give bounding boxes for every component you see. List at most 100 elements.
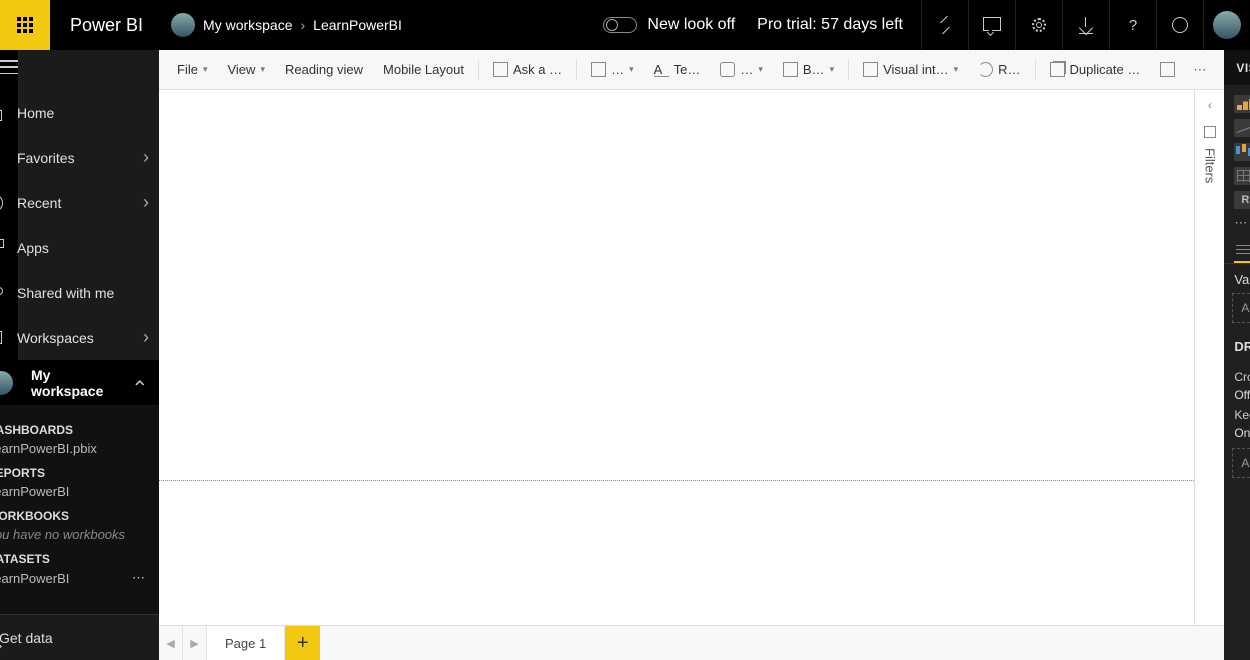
profile-button[interactable] (1203, 0, 1250, 50)
ribbon-overflow[interactable]: ⋯ (1187, 62, 1214, 78)
new-look-toggle[interactable]: New look off (603, 16, 735, 34)
values-dropzone[interactable]: Add data fields here (1232, 293, 1250, 323)
breadcrumb-report[interactable]: LearnPowerBI (313, 17, 402, 33)
page-tab-1[interactable]: Page 1 (207, 626, 285, 660)
workbooks-header: WORKBOOKS (0, 509, 159, 523)
workspace-contents: DASHBOARDS LearnPowerBI.pbix REPORTS Lea… (0, 405, 159, 614)
nav-apps[interactable]: Apps (0, 225, 159, 270)
fullscreen-button[interactable] (921, 0, 968, 50)
explore-button[interactable]: …▾ (583, 58, 642, 81)
nav-home[interactable]: Home (0, 90, 159, 135)
my-workspace-label: My workspace (31, 367, 123, 399)
visual-interactions-button[interactable]: Visual int…▾ (855, 58, 966, 81)
values-header: Values (1224, 264, 1250, 291)
file-menu[interactable]: File▾ (169, 58, 215, 81)
toggle-off-icon (603, 17, 637, 33)
chevron-right-icon: › (143, 327, 149, 348)
add-page-button[interactable]: + (285, 626, 320, 660)
ask-question-button[interactable]: Ask a … (485, 58, 570, 81)
report-item[interactable]: LearnPowerBI (0, 484, 159, 499)
view-menu[interactable]: View▾ (219, 58, 272, 81)
page-boundary (159, 480, 1194, 481)
filled-map-icon[interactable] (1234, 167, 1250, 185)
save-button[interactable] (1152, 58, 1183, 81)
top-bar: Power BI My workspace › LearnPowerBI New… (0, 0, 1250, 50)
gear-icon (1030, 16, 1048, 34)
notifications-button[interactable] (968, 0, 1015, 50)
drillthrough-dropzone[interactable]: Add drillthrough fields here (1232, 448, 1250, 478)
nav-favorites[interactable]: Favorites› (0, 135, 159, 180)
shared-icon (0, 284, 3, 302)
workbooks-empty: You have no workbooks (0, 527, 159, 542)
keep-filters-toggle[interactable]: On (1234, 426, 1250, 440)
chevron-left-icon: ‹ (1208, 98, 1212, 112)
report-canvas[interactable] (159, 90, 1194, 625)
chevron-right-icon: › (143, 192, 149, 213)
nav-shared[interactable]: Shared with me (0, 270, 159, 315)
r-visual-icon[interactable] (1234, 191, 1250, 209)
cross-report-label: Cross-report (1234, 370, 1250, 384)
chevron-down-icon: ▾ (830, 64, 835, 75)
download-button[interactable] (1062, 0, 1109, 50)
reading-view-button[interactable]: Reading view (277, 58, 371, 81)
refresh-button[interactable]: R… (970, 58, 1028, 81)
chevron-down-icon: ▾ (629, 64, 634, 75)
question-icon: ? (1129, 17, 1137, 34)
shapes-button[interactable]: …▾ (712, 58, 771, 81)
chat-icon (493, 62, 508, 77)
page-next-button[interactable]: ▶ (183, 626, 207, 660)
workspace-icon (0, 329, 3, 347)
mobile-layout-button[interactable]: Mobile Layout (375, 58, 472, 81)
filters-pane-collapsed[interactable]: ‹ Filters (1194, 90, 1224, 625)
dashboards-header: DASHBOARDS (0, 423, 159, 437)
waterfall-icon[interactable] (1234, 143, 1250, 161)
format-tabs (1224, 237, 1250, 264)
chevron-up-icon (133, 376, 147, 390)
visualizations-header: VISUALIZATIONS › (1224, 50, 1250, 85)
avatar (0, 371, 13, 395)
get-data-button[interactable]: Get data (0, 614, 159, 660)
nav-recent[interactable]: Recent› (0, 180, 159, 225)
dashboard-item[interactable]: LearnPowerBI.pbix (0, 441, 159, 456)
buttons-button[interactable]: B…▾ (775, 58, 842, 81)
textbox-icon: A (654, 62, 669, 77)
fields-tab[interactable] (1234, 243, 1250, 263)
visualization-gallery (1224, 85, 1250, 213)
my-workspace-header[interactable]: My workspace (0, 360, 159, 405)
top-actions: ? (921, 0, 1250, 50)
refresh-icon (978, 62, 993, 77)
duplicate-icon (1050, 62, 1065, 77)
more-icon[interactable]: ⋯ (132, 570, 145, 586)
chevron-down-icon: ▾ (954, 64, 959, 75)
keep-filters-label: Keep all filters (1234, 408, 1250, 422)
expand-icon (936, 16, 954, 34)
page-prev-button[interactable]: ◀ (159, 626, 183, 660)
settings-button[interactable] (1015, 0, 1062, 50)
textbox-button[interactable]: ATe… (646, 58, 709, 81)
feedback-button[interactable] (1156, 0, 1203, 50)
chevron-down-icon: ▾ (758, 64, 763, 75)
home-icon (0, 104, 3, 122)
line-chart-icon[interactable] (1234, 119, 1250, 137)
chart-icon (591, 62, 606, 77)
bookmark-icon (1204, 126, 1216, 138)
star-icon (0, 149, 3, 167)
nav-workspaces[interactable]: Workspaces› (0, 315, 159, 360)
cross-report-toggle[interactable]: Off (1234, 388, 1250, 402)
dataset-item[interactable]: LearnPowerBI⋯ (0, 570, 159, 586)
trial-label[interactable]: Pro trial: 57 days left (757, 16, 903, 34)
ribbon: File▾ View▾ Reading view Mobile Layout A… (159, 50, 1224, 90)
app-launcher-button[interactable] (0, 0, 50, 50)
breadcrumb-workspace[interactable]: My workspace (203, 17, 292, 33)
chevron-right-icon: › (301, 17, 306, 33)
stacked-bar-icon[interactable] (1234, 95, 1250, 113)
apps-icon (0, 239, 3, 257)
chat-icon (983, 16, 1001, 34)
brand-label: Power BI (70, 15, 143, 36)
duplicate-button[interactable]: Duplicate … (1042, 58, 1149, 81)
more-visuals-button[interactable]: ⋯ (1224, 213, 1250, 237)
interact-icon (863, 62, 878, 77)
drillthrough-header: DRILLTHROUGH (1224, 331, 1250, 358)
hamburger-button[interactable] (0, 60, 18, 74)
help-button[interactable]: ? (1109, 0, 1156, 50)
